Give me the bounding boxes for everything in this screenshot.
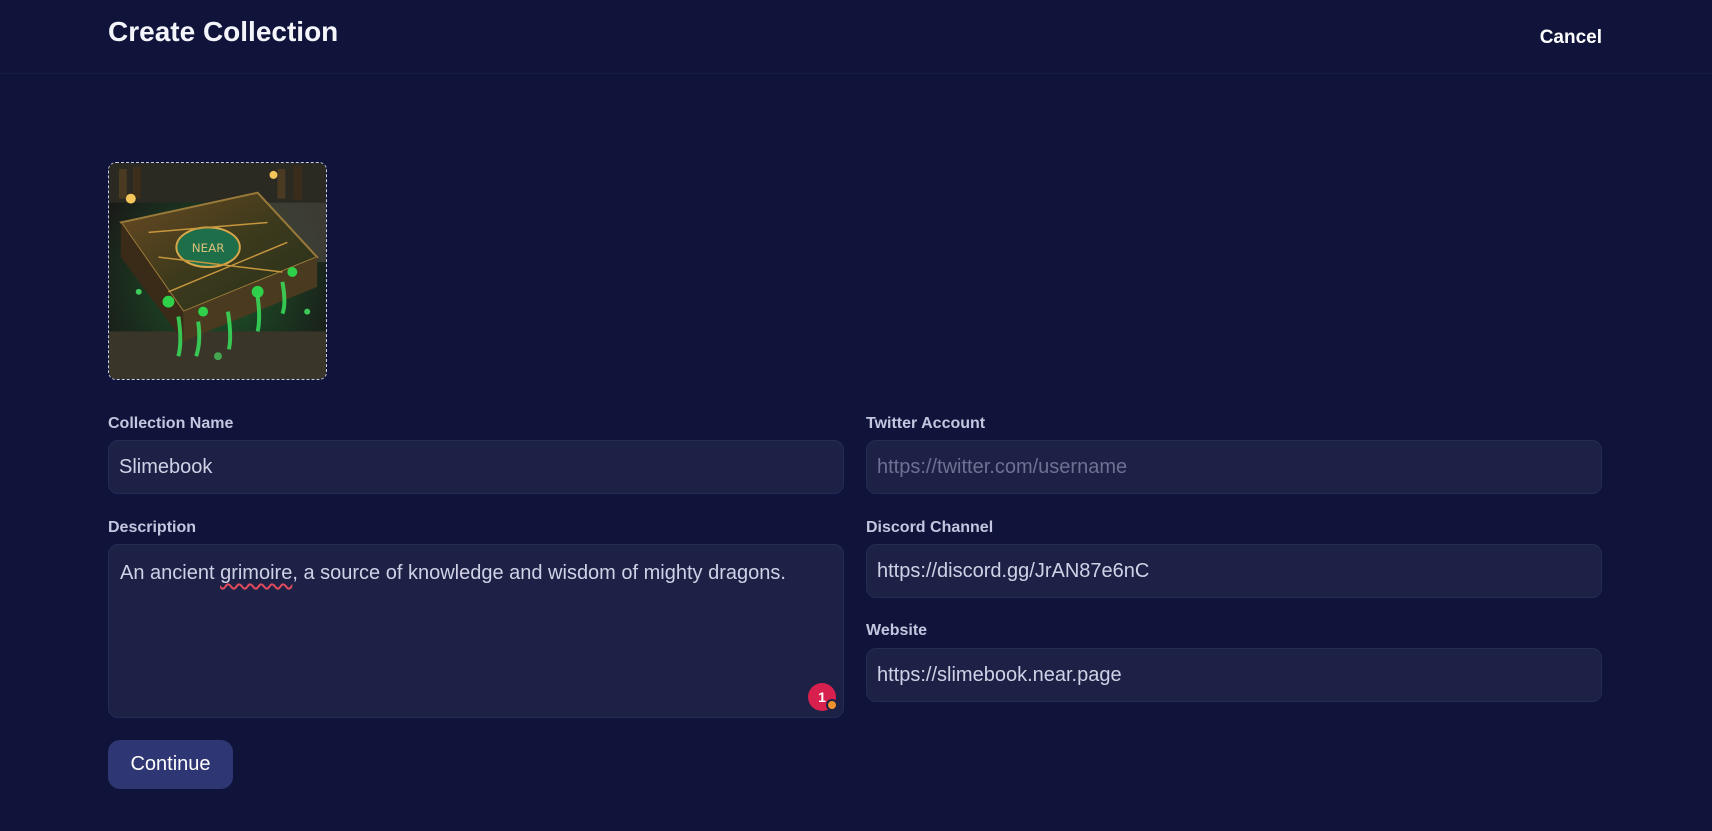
description-text-end: , a source of knowledge and wisdom of mi… [292, 562, 786, 584]
collection-name-input[interactable] [108, 440, 844, 494]
twitter-input[interactable] [866, 440, 1602, 494]
cover-text: NEAR [192, 241, 225, 255]
page-title: Create Collection [108, 16, 339, 47]
grammar-status-dot [826, 699, 838, 711]
discord-label: Discord Channel [866, 519, 994, 536]
misspelled-word[interactable]: grimoire [220, 562, 292, 584]
collection-cover-image: NEAR [109, 163, 326, 379]
website-label: Website [866, 622, 928, 639]
description-text-start: An ancient [120, 562, 221, 584]
collection-image-upload[interactable]: NEAR [108, 162, 327, 380]
collection-name-label: Collection Name [108, 415, 234, 432]
website-input[interactable] [866, 648, 1602, 702]
discord-input[interactable] [866, 544, 1602, 598]
cancel-button[interactable]: Cancel [1540, 27, 1602, 49]
twitter-label: Twitter Account [866, 415, 986, 432]
description-textarea[interactable]: An ancient grimoire, a source of knowled… [108, 544, 844, 718]
continue-button[interactable]: Continue [108, 740, 233, 789]
description-label: Description [108, 519, 197, 536]
top-bar: Create Collection Cancel [0, 0, 1712, 74]
